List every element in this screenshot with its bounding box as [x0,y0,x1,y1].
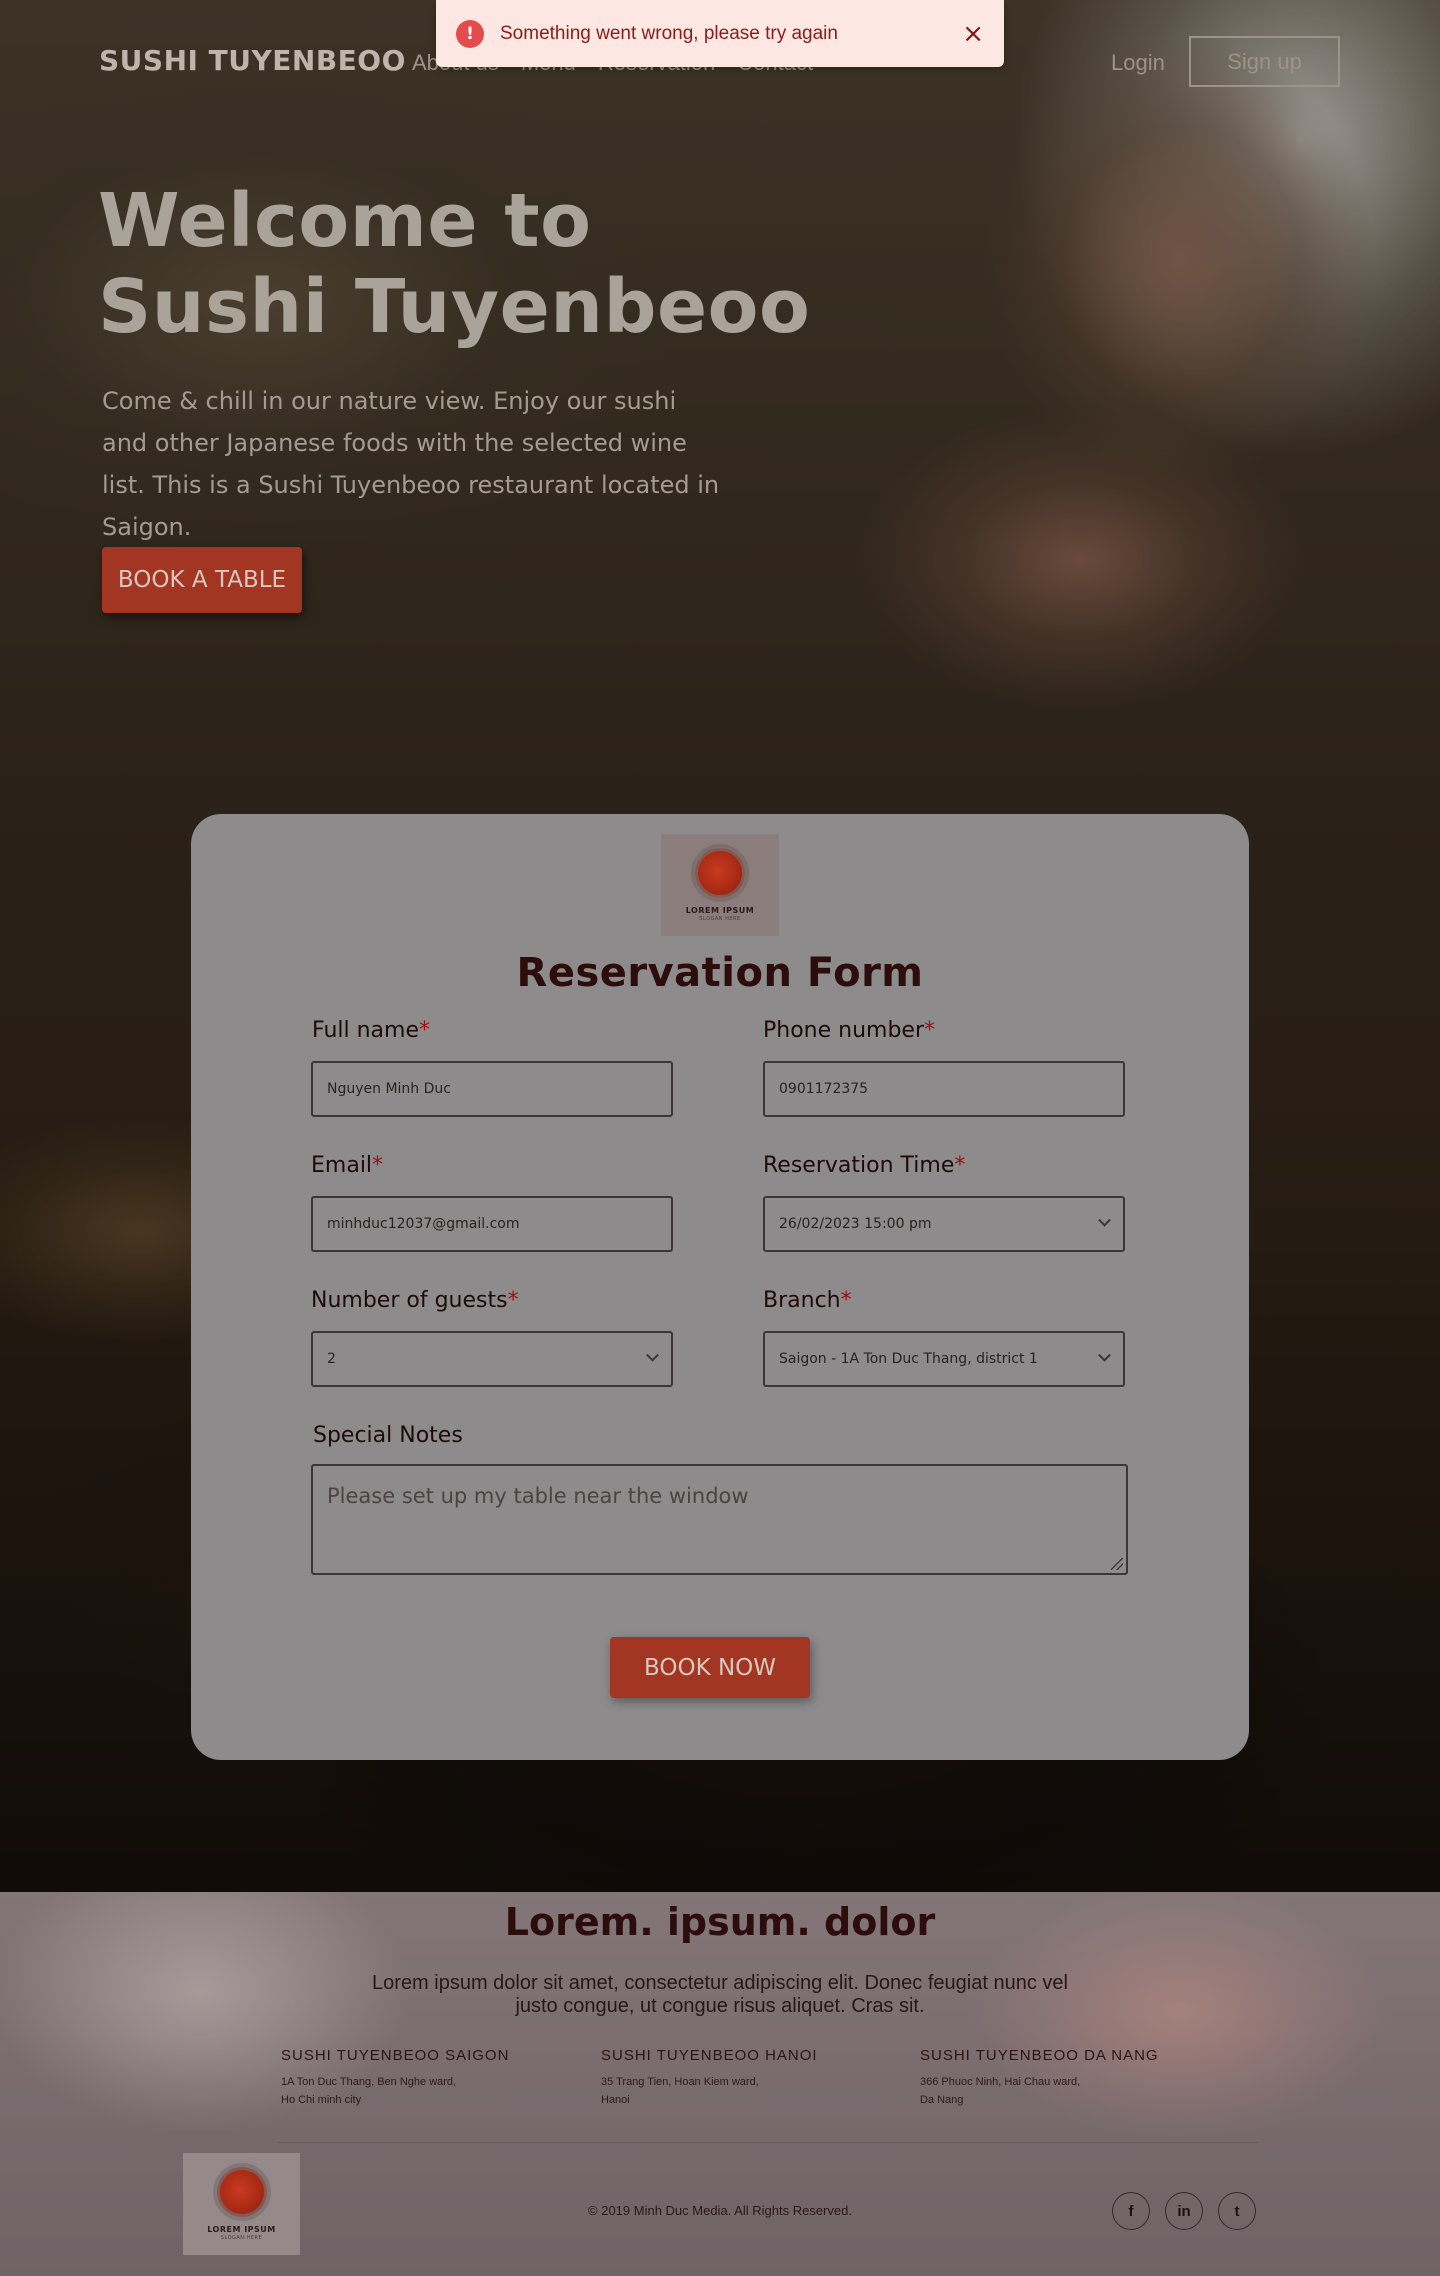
branch-address: 35 Trang Tien, Hoan Kiem ward, Hanoi [601,2073,901,2109]
branch-address-line1: 366 Phuoc Ninh, Hai Chau ward, [920,2076,1081,2088]
email-label-text: Email [311,1153,373,1178]
hero-description: Come & chill in our nature view. Enjoy o… [102,387,720,541]
restaurant-logo: LOREM IPSUM SLOGAN HERE [661,834,779,936]
error-toast: ! Something went wrong, please try again… [436,0,1004,67]
required-mark: * [924,1018,936,1043]
branch-address-line2: Hanoi [601,2094,630,2106]
required-mark: * [954,1153,966,1178]
guests-label-text: Number of guests [311,1288,508,1313]
phone-value: 0901172375 [779,1081,869,1097]
branch-name: SUSHI TUYENBEOO HANOI [601,2047,818,2064]
guests-select[interactable]: 2 [311,1331,673,1387]
signup-button[interactable]: Sign up [1189,36,1340,87]
chevron-down-icon [1098,1213,1111,1227]
branch-saigon: SUSHI TUYENBEOO SAIGON 1A Ton Duc Thang,… [281,2047,581,2109]
linkedin-icon[interactable]: in [1165,2192,1203,2230]
branch-value: Saigon - 1A Ton Duc Thang, district 1 [779,1351,1038,1367]
full-name-value: Nguyen Minh Duc [327,1081,451,1097]
book-now-button[interactable]: BOOK NOW [610,1637,810,1698]
toast-message: Something went wrong, please try again [500,22,838,44]
branch-label: Branch* [763,1288,852,1313]
branch-address: 366 Phuoc Ninh, Hai Chau ward, Da Nang [920,2073,1220,2109]
required-mark: * [372,1153,384,1178]
phone-input[interactable]: 0901172375 [763,1061,1125,1117]
resize-handle-icon[interactable] [1111,1558,1123,1570]
branch-label-text: Branch [763,1288,841,1313]
special-notes-placeholder: Please set up my table near the window [327,1484,749,1508]
guests-value: 2 [327,1351,336,1367]
phone-label-text: Phone number [763,1018,925,1043]
brand-logo[interactable]: SUSHI TUYENBEOO [99,44,406,77]
full-name-label-text: Full name [312,1018,420,1043]
footer-description: Lorem ipsum dolor sit amet, consectetur … [372,1972,1068,2017]
hero-title-line1: Welcome to [98,178,592,264]
special-notes-textarea[interactable]: Please set up my table near the window [311,1464,1128,1575]
branch-name: SUSHI TUYENBEOO DA NANG [920,2047,1159,2064]
reservation-time-value: 26/02/2023 15:00 pm [779,1216,932,1232]
branch-address-line2: Da Nang [920,2094,964,2106]
required-mark: * [507,1288,519,1313]
branch-address: 1A Ton Duc Thang, Ben Nghe ward, Ho Chi … [281,2073,581,2109]
reservation-time-label-text: Reservation Time [763,1153,955,1178]
branch-address-line1: 35 Trang Tien, Hoan Kiem ward, [601,2076,759,2088]
alert-circle-icon: ! [456,19,484,48]
branch-address-line1: 1A Ton Duc Thang, Ben Nghe ward, [281,2076,457,2088]
full-name-label: Full name* [312,1018,430,1043]
logo-text: LOREM IPSUM [685,906,755,915]
book-a-table-button[interactable]: BOOK A TABLE [102,547,302,613]
facebook-icon[interactable]: f [1112,2192,1150,2230]
chevron-down-icon [646,1348,659,1362]
special-notes-label: Special Notes [313,1423,463,1448]
email-label: Email* [311,1153,383,1178]
hero-title-line2: Sushi Tuyenbeoo [98,264,811,350]
login-link[interactable]: Login [1111,50,1165,76]
branch-name: SUSHI TUYENBEOO SAIGON [281,2047,510,2064]
full-name-input[interactable]: Nguyen Minh Duc [311,1061,673,1117]
footer-title: Lorem. ipsum. dolor [504,1900,936,1944]
reservation-time-select[interactable]: 26/02/2023 15:00 pm [763,1196,1125,1252]
branch-hanoi: SUSHI TUYENBEOO HANOI 35 Trang Tien, Hoa… [601,2047,901,2109]
logo-slogan: SLOGAN HERE [220,2235,263,2241]
chevron-down-icon [1098,1348,1111,1362]
required-mark: * [419,1018,431,1043]
reservation-time-label: Reservation Time* [763,1153,965,1178]
reservation-card: LOREM IPSUM SLOGAN HERE Reservation Form… [191,814,1249,1760]
phone-label: Phone number* [763,1018,935,1043]
guests-label: Number of guests* [311,1288,519,1313]
branch-address-line2: Ho Chi minh city [281,2094,362,2106]
twitter-icon[interactable]: t [1218,2192,1256,2230]
footer-divider [278,2142,1258,2143]
form-title: Reservation Form [516,950,924,996]
email-value: minhduc12037@gmail.com [327,1216,520,1232]
logo-slogan: SLOGAN HERE [699,916,741,922]
hero-title: Welcome to Sushi Tuyenbeoo [98,178,810,350]
required-mark: * [840,1288,852,1313]
branch-select[interactable]: Saigon - 1A Ton Duc Thang, district 1 [763,1331,1125,1387]
email-input[interactable]: minhduc12037@gmail.com [311,1196,673,1252]
logo-text: LOREM IPSUM [207,2225,276,2234]
branch-danang: SUSHI TUYENBEOO DA NANG 366 Phuoc Ninh, … [920,2047,1220,2109]
logo-emblem-icon [695,848,745,898]
close-icon[interactable]: × [962,21,984,47]
